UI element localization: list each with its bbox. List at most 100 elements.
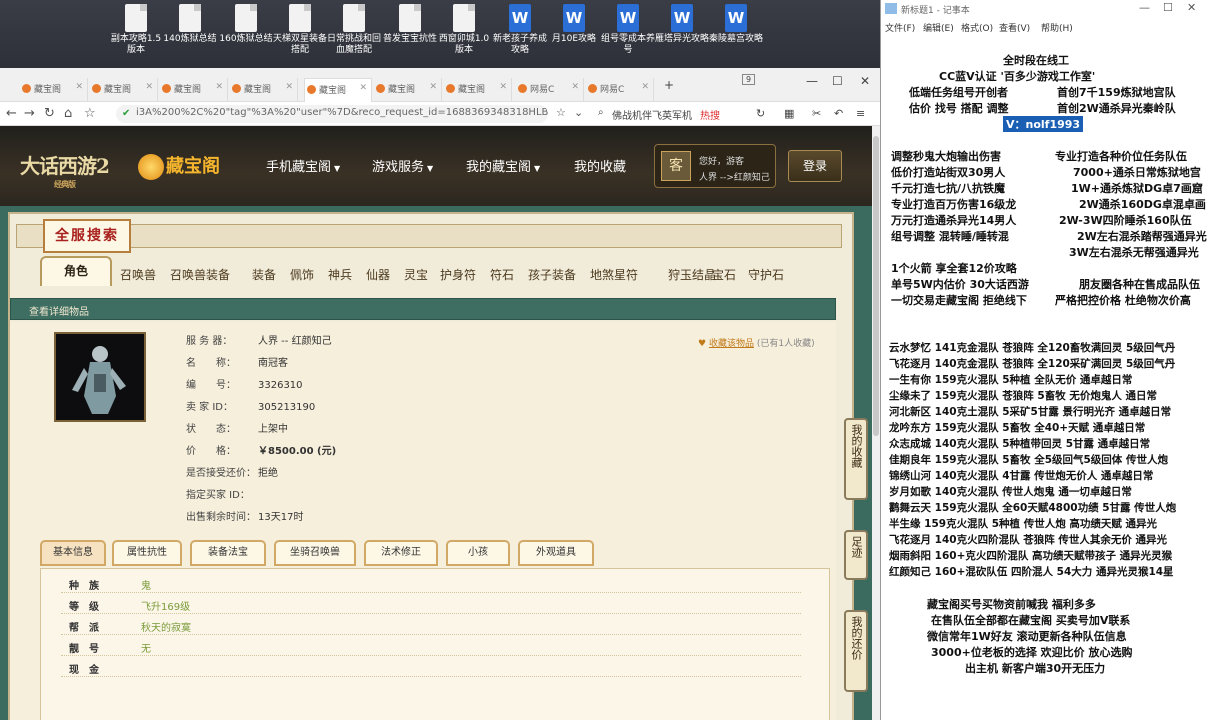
brand-logo[interactable]: 藏宝阁	[138, 152, 220, 180]
nav-my-favorites[interactable]: 我的收藏	[574, 156, 626, 175]
detail-tab[interactable]: 外观道具	[518, 540, 594, 566]
notepad-menu-item[interactable]: 格式(O)	[961, 21, 993, 34]
desktop-icon[interactable]: 160炼狱总结	[218, 4, 274, 45]
category-tab[interactable]: 仙器	[366, 266, 390, 283]
dropdown-icon[interactable]: ⌄	[574, 106, 583, 119]
detail-tab[interactable]: 装备法宝	[190, 540, 266, 566]
category-tab[interactable]: 护身符	[440, 266, 476, 283]
forward-arrow-icon[interactable]: →	[24, 106, 35, 121]
game-logo-text: 大话西游2	[20, 154, 110, 178]
back-arrow-icon[interactable]: ←	[6, 106, 17, 121]
undo-icon[interactable]: ↶	[834, 107, 843, 120]
notepad-text-area[interactable]: 全时段在线工 CC蓝V认证 '百多少游戏工作室' 低端任务组号开创者 首创7千159炼…	[881, 36, 1208, 720]
url-input[interactable]: ✔ i3A%200%2C%20"tag"%3A%20"user"%7D&reco_…	[116, 105, 548, 123]
category-tab[interactable]: 佩饰	[290, 266, 314, 283]
tab-close-icon[interactable]: ✕	[145, 82, 153, 92]
side-my-bargains-button[interactable]: 我的还价	[844, 610, 868, 692]
category-tab[interactable]: 宝石	[712, 266, 736, 283]
desktop-icon[interactable]: 日常挑战和回血魔搭配	[326, 4, 382, 56]
browser-tab[interactable]: 藏宝阁 ✕	[160, 78, 228, 102]
browser-tab[interactable]: 藏宝阁 ✕	[90, 78, 158, 102]
desktop-icon[interactable]: 西窗卯城1.0版本	[436, 4, 492, 56]
info-row: 帮派 秋天的寂寞	[61, 615, 801, 635]
browser-tab[interactable]: 藏宝阁 ✕	[230, 78, 298, 102]
notepad-menu-item[interactable]: 查看(V)	[999, 21, 1030, 34]
desktop-icon[interactable]: 普发宝宝抗性	[382, 4, 438, 45]
category-tab[interactable]: 装备	[252, 266, 276, 283]
category-tab[interactable]: 召唤兽	[120, 266, 156, 283]
desktop-icon[interactable]: W 新老孩子养成攻略	[492, 4, 548, 56]
notepad-menu-item[interactable]: 帮助(H)	[1041, 21, 1073, 34]
tab-close-icon[interactable]: ✕	[641, 82, 649, 92]
tab-close-icon[interactable]: ✕	[571, 82, 579, 92]
cut-icon[interactable]: ✂	[812, 107, 821, 120]
tab-close-icon[interactable]: ✕	[215, 82, 223, 92]
refresh-icon[interactable]: ↻	[756, 107, 765, 120]
category-tab[interactable]: 灵宝	[404, 266, 428, 283]
menu-icon[interactable]: ≡	[856, 107, 865, 120]
detail-tab[interactable]: 小孩	[446, 540, 510, 566]
desktop-icon[interactable]: W 秦陵墓宫攻略	[708, 4, 764, 45]
category-tab[interactable]: 狩玉结晶	[668, 266, 716, 283]
home-icon[interactable]: ⌂	[64, 106, 72, 121]
category-tab[interactable]: 地煞星符	[590, 266, 638, 283]
tab-close-icon[interactable]: ✕	[75, 82, 83, 92]
scrollbar-thumb[interactable]	[873, 136, 879, 436]
page-scrollbar[interactable]	[872, 126, 880, 720]
detail-tab[interactable]: 法术修正	[364, 540, 438, 566]
reload-icon[interactable]: ↻	[44, 106, 55, 121]
desktop-icon[interactable]: 140炼狱总结	[162, 4, 218, 45]
desktop-icon[interactable]: W 雁塔异光攻略	[654, 4, 710, 45]
browser-tab[interactable]: 藏宝阁 ✕	[444, 78, 512, 102]
detail-tab[interactable]: 坐骑召唤兽	[274, 540, 356, 566]
side-my-favorites-button[interactable]: 我的收藏	[844, 418, 868, 500]
category-tab[interactable]: 守护石	[748, 266, 784, 283]
tab-close-icon[interactable]: ✕	[429, 82, 437, 92]
tab-close-icon[interactable]: ✕	[359, 83, 367, 93]
word-file-icon: W	[563, 4, 585, 32]
bookmark-star-icon[interactable]: ☆	[84, 106, 96, 121]
notepad-menu-item[interactable]: 编辑(E)	[923, 21, 954, 34]
close-icon[interactable]: ✕	[1187, 1, 1196, 14]
user-box[interactable]: 客 您好，游客 人界 -->红颜知己	[654, 144, 776, 188]
category-tab[interactable]: 角色	[40, 256, 112, 286]
nav-mobile[interactable]: 手机藏宝阁 ▼	[266, 156, 340, 175]
notepad-titlebar: 新标题1 - 记事本 — ☐ ✕	[881, 0, 1208, 18]
maximize-icon[interactable]: ☐	[1163, 1, 1173, 14]
new-tab-icon[interactable]: +	[664, 78, 674, 92]
detail-tab[interactable]: 基本信息	[40, 540, 106, 566]
tab-close-icon[interactable]: ✕	[499, 82, 507, 92]
category-tab[interactable]: 召唤兽装备	[170, 266, 230, 283]
extension-icon[interactable]: ▦	[784, 107, 794, 120]
maximize-icon[interactable]: ☐	[832, 74, 843, 88]
browser-tab[interactable]: 藏宝阁 ✕	[304, 78, 372, 102]
browser-tab[interactable]: 网易C ✕	[516, 78, 584, 102]
category-tab[interactable]: 神兵	[328, 266, 352, 283]
category-tab[interactable]: 孩子装备	[528, 266, 576, 283]
tab-close-icon[interactable]: ✕	[285, 82, 293, 92]
nav-game-service[interactable]: 游戏服务 ▼	[372, 156, 433, 175]
browser-tab[interactable]: 藏宝阁 ✕	[20, 78, 88, 102]
favorite-link[interactable]: ♥ 收藏该物品 (已有1人收藏)	[698, 336, 815, 349]
name-value: 南冠客	[258, 358, 288, 369]
word-file-icon: W	[671, 4, 693, 32]
minimize-icon[interactable]: —	[806, 74, 818, 88]
side-footprint-button[interactable]: 足迹	[844, 530, 868, 580]
desktop-icon[interactable]: W 月10E攻略	[546, 4, 602, 45]
browser-tab[interactable]: 网易C ✕	[586, 78, 654, 102]
nav-my-cbg[interactable]: 我的藏宝阁 ▼	[466, 156, 540, 175]
game-logo[interactable]: 大话西游2 经典版	[20, 150, 110, 190]
notepad-menu-item[interactable]: 文件(F)	[885, 21, 915, 34]
desktop-icon[interactable]: 副本攻略1.5版本	[108, 4, 164, 56]
star-icon[interactable]: ☆	[556, 106, 566, 119]
category-tab[interactable]: 符石	[490, 266, 514, 283]
minimize-icon[interactable]: —	[1139, 1, 1150, 14]
desktop-icon[interactable]: W 组号零成本养号	[600, 4, 656, 56]
desktop-icon[interactable]: 天梯双星装备搭配	[272, 4, 328, 56]
text-file-icon	[179, 4, 201, 32]
close-icon[interactable]: ✕	[860, 74, 870, 88]
search-input[interactable]: ⌕ 佛战机伴飞英军机 热搜	[596, 105, 744, 123]
detail-tab[interactable]: 属性抗性	[112, 540, 182, 566]
browser-tab[interactable]: 藏宝阁 ✕	[374, 78, 442, 102]
login-button[interactable]: 登录	[788, 150, 842, 182]
